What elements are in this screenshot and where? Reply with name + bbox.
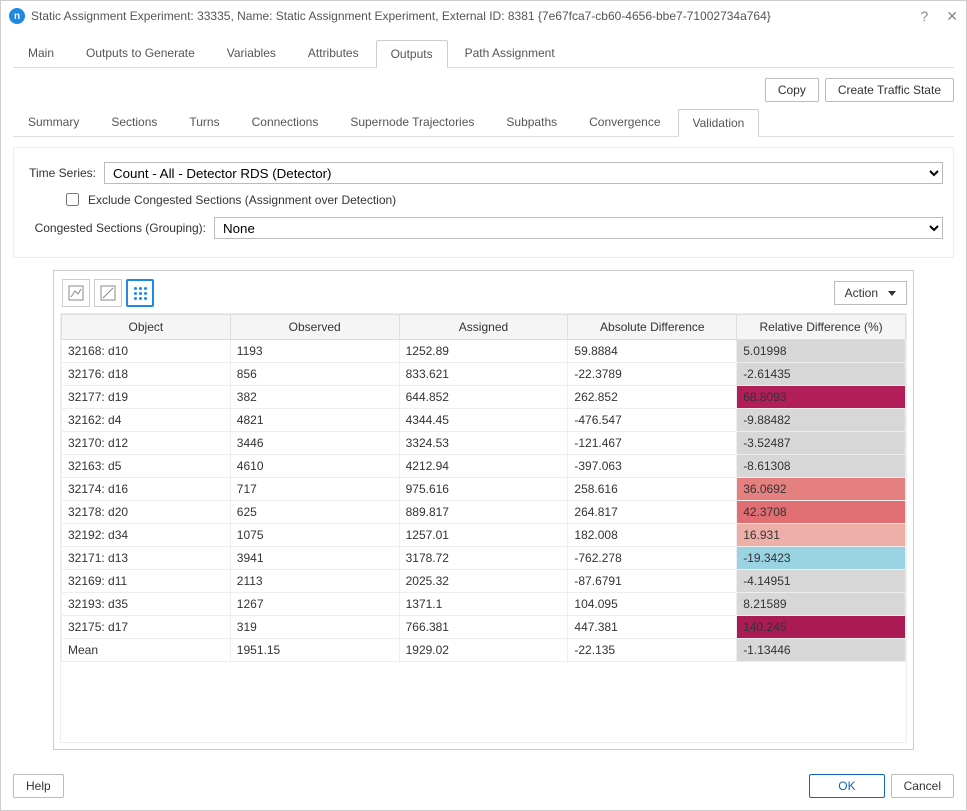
relative-diff-cell: -19.3423 xyxy=(737,547,906,570)
validation-table: ObjectObservedAssignedAbsolute Differenc… xyxy=(61,314,906,662)
relative-diff-cell: -9.88482 xyxy=(737,409,906,432)
relative-diff-cell: 16.931 xyxy=(737,524,906,547)
dialog-footer: Help OK Cancel xyxy=(1,766,966,810)
main-tab-outputs-to-generate[interactable]: Outputs to Generate xyxy=(71,39,210,67)
main-tabset: MainOutputs to GenerateVariablesAttribut… xyxy=(13,39,954,68)
sub-tab-sections[interactable]: Sections xyxy=(96,108,172,136)
titlebar-help-icon[interactable]: ? xyxy=(920,8,928,24)
relative-diff-cell: 42.3708 xyxy=(737,501,906,524)
exclude-congested-label: Exclude Congested Sections (Assignment o… xyxy=(88,193,396,207)
main-tab-variables[interactable]: Variables xyxy=(212,39,291,67)
titlebar: n Static Assignment Experiment: 33335, N… xyxy=(1,1,966,31)
table-row[interactable]: 32176: d18856833.621-22.3789-2.61435 xyxy=(62,363,906,386)
time-series-label: Time Series: xyxy=(24,166,104,180)
table-row[interactable]: 32170: d1234463324.53-121.467-3.52487 xyxy=(62,432,906,455)
table-row[interactable]: 32169: d1121132025.32-87.6791-4.14951 xyxy=(62,570,906,593)
main-tab-main[interactable]: Main xyxy=(13,39,69,67)
exclude-congested-checkbox[interactable] xyxy=(66,193,79,206)
relative-diff-cell: 5.01998 xyxy=(737,340,906,363)
action-menu-button[interactable]: Action xyxy=(834,281,907,305)
sub-tab-connections[interactable]: Connections xyxy=(237,108,334,136)
view-grid-button[interactable] xyxy=(126,279,154,307)
col-absolute-difference[interactable]: Absolute Difference xyxy=(568,315,737,340)
action-label: Action xyxy=(845,286,878,300)
col-assigned[interactable]: Assigned xyxy=(399,315,568,340)
ok-button[interactable]: OK xyxy=(809,774,884,798)
help-button[interactable]: Help xyxy=(13,774,64,798)
grouping-select[interactable]: None xyxy=(214,217,943,239)
table-row[interactable]: 32168: d1011931252.8959.88845.01998 xyxy=(62,340,906,363)
relative-diff-cell: -2.61435 xyxy=(737,363,906,386)
main-tab-attributes[interactable]: Attributes xyxy=(293,39,374,67)
sub-tab-subpaths[interactable]: Subpaths xyxy=(491,108,572,136)
window-title: Static Assignment Experiment: 33335, Nam… xyxy=(31,9,771,23)
grouping-label: Congested Sections (Grouping): xyxy=(24,221,214,235)
table-row[interactable]: 32163: d546104212.94-397.063-8.61308 xyxy=(62,455,906,478)
view-scatter-button[interactable] xyxy=(94,279,122,307)
filter-panel: Time Series: Count - All - Detector RDS … xyxy=(13,147,954,258)
relative-diff-cell: -3.52487 xyxy=(737,432,906,455)
copy-button[interactable]: Copy xyxy=(765,78,819,102)
main-tab-path-assignment[interactable]: Path Assignment xyxy=(450,39,570,67)
cancel-button[interactable]: Cancel xyxy=(891,774,954,798)
table-row[interactable]: 32162: d448214344.45-476.547-9.88482 xyxy=(62,409,906,432)
relative-diff-cell: 68.8093 xyxy=(737,386,906,409)
chevron-down-icon xyxy=(888,291,896,296)
relative-diff-cell: 140.245 xyxy=(737,616,906,639)
col-relative-difference-[interactable]: Relative Difference (%) xyxy=(737,315,906,340)
relative-diff-cell: -4.14951 xyxy=(737,570,906,593)
sub-tab-supernode-trajectories[interactable]: Supernode Trajectories xyxy=(335,108,489,136)
sub-tabset: SummarySectionsTurnsConnectionsSupernode… xyxy=(13,108,954,137)
table-row[interactable]: 32177: d19382644.852262.85268.8093 xyxy=(62,386,906,409)
sub-tab-turns[interactable]: Turns xyxy=(174,108,234,136)
relative-diff-cell: -8.61308 xyxy=(737,455,906,478)
sub-tab-summary[interactable]: Summary xyxy=(13,108,94,136)
relative-diff-cell: -1.13446 xyxy=(737,639,906,662)
main-tab-outputs[interactable]: Outputs xyxy=(376,40,448,68)
relative-diff-cell: 8.21589 xyxy=(737,593,906,616)
table-row[interactable]: Mean1951.151929.02-22.135-1.13446 xyxy=(62,639,906,662)
table-row[interactable]: 32171: d1339413178.72-762.278-19.3423 xyxy=(62,547,906,570)
dialog-window: n Static Assignment Experiment: 33335, N… xyxy=(0,0,967,811)
app-icon: n xyxy=(9,8,25,24)
table-row[interactable]: 32175: d17319766.381447.381140.245 xyxy=(62,616,906,639)
sub-tab-validation[interactable]: Validation xyxy=(678,109,760,137)
table-row[interactable]: 32192: d3410751257.01182.00816.931 xyxy=(62,524,906,547)
table-row[interactable]: 32178: d20625889.817264.81742.3708 xyxy=(62,501,906,524)
view-chart-button[interactable] xyxy=(62,279,90,307)
validation-table-panel: Action ObjectObservedAssignedAbsolute Di… xyxy=(53,270,914,750)
time-series-select[interactable]: Count - All - Detector RDS (Detector) xyxy=(104,162,943,184)
relative-diff-cell: 36.0692 xyxy=(737,478,906,501)
table-row[interactable]: 32174: d16717975.616258.61636.0692 xyxy=(62,478,906,501)
col-object[interactable]: Object xyxy=(62,315,231,340)
close-icon[interactable]: ✕ xyxy=(946,8,958,25)
table-row[interactable]: 32193: d3512671371.1104.0958.21589 xyxy=(62,593,906,616)
create-traffic-state-button[interactable]: Create Traffic State xyxy=(825,78,954,102)
sub-tab-convergence[interactable]: Convergence xyxy=(574,108,675,136)
col-observed[interactable]: Observed xyxy=(230,315,399,340)
